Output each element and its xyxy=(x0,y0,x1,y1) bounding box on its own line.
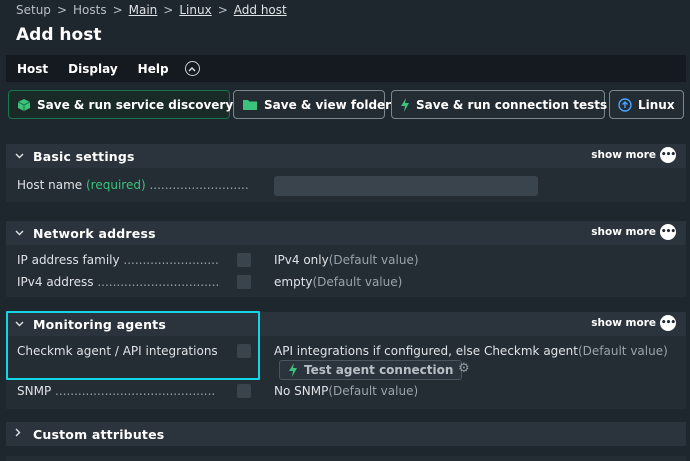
linux-folder-button[interactable]: Linux xyxy=(609,90,684,119)
ip-address-family-label-text: IP address family xyxy=(17,253,120,267)
breadcrumb-separator: > xyxy=(217,3,228,17)
section-title: Network address xyxy=(33,225,156,241)
label-leader-dots: ................................ xyxy=(97,275,220,289)
section-basic-settings: Basic settings show more ••• Host name (… xyxy=(6,144,686,202)
show-more-link[interactable]: show more xyxy=(591,226,656,238)
snmp-label-text: SNMP xyxy=(17,384,52,398)
menu-help[interactable]: Help xyxy=(138,62,169,76)
breadcrumb-hosts: Hosts xyxy=(73,3,107,17)
section-network-address: Network address show more ••• IP address… xyxy=(6,221,686,297)
required-indicator: (required) xyxy=(86,178,146,192)
chevron-down-icon xyxy=(15,151,24,162)
gear-icon[interactable]: ⚙ xyxy=(458,361,470,376)
snmp-checkbox[interactable] xyxy=(237,384,251,398)
section-custom-attributes-header[interactable]: Custom attributes xyxy=(6,422,686,446)
save-run-service-discovery-button[interactable]: Save & run service discovery xyxy=(8,90,234,119)
checkmk-agent-value: API integrations if configured, else Che… xyxy=(274,344,668,358)
menubar: Host Display Help xyxy=(6,55,686,82)
default-value-note: (Default value) xyxy=(312,275,403,289)
chevron-down-icon xyxy=(15,228,24,239)
label-leader-dots: .......................... xyxy=(149,178,249,192)
breadcrumb: Setup > Hosts > Main > Linux > Add host xyxy=(16,3,287,17)
lightning-icon xyxy=(400,97,410,112)
save-view-folder-label: Save & view folder xyxy=(264,97,392,112)
breadcrumb-separator: > xyxy=(112,3,123,17)
host-name-input[interactable] xyxy=(274,176,538,196)
save-view-folder-button[interactable]: Save & view folder xyxy=(233,90,391,119)
arrow-up-circle-icon xyxy=(618,97,632,112)
ipv4-address-value-text: empty xyxy=(274,275,313,289)
snmp-value: No SNMP(Default value) xyxy=(274,384,418,398)
section-network-address-header[interactable]: Network address show more ••• xyxy=(6,221,686,245)
checkmk-agent-value-text: API integrations if configured, else Che… xyxy=(274,344,578,358)
menu-host[interactable]: Host xyxy=(17,62,48,76)
section-custom-attributes: Custom attributes xyxy=(6,422,686,446)
test-agent-connection-button[interactable]: Test agent connection xyxy=(279,360,463,380)
section-next-collapsed xyxy=(6,456,686,461)
section-monitoring-agents-header[interactable]: Monitoring agents show more ••• xyxy=(6,312,686,336)
save-run-service-discovery-label: Save & run service discovery xyxy=(37,97,234,112)
ipv4-address-label-text: IPv4 address xyxy=(17,275,94,289)
chevron-up-circle-icon[interactable] xyxy=(184,61,200,76)
test-agent-connection-label: Test agent connection xyxy=(304,363,454,377)
save-run-connection-tests-button[interactable]: Save & run connection tests xyxy=(391,90,608,119)
action-toolbar: Save & run service discovery Save & view… xyxy=(6,87,686,121)
ipv4-address-label: IPv4 address ...........................… xyxy=(17,275,219,289)
host-name-label-text: Host name xyxy=(17,178,83,192)
show-more-link[interactable]: show more xyxy=(591,317,656,329)
cube-icon xyxy=(17,98,31,112)
linux-folder-label: Linux xyxy=(638,97,675,112)
page-title: Add host xyxy=(16,25,102,45)
ellipsis-icon[interactable]: ••• xyxy=(660,224,676,240)
ellipsis-icon[interactable]: ••• xyxy=(660,147,676,163)
checkmk-agent-label: Checkmk agent / API integrations xyxy=(17,344,218,358)
ipv4-address-value: empty(Default value) xyxy=(274,275,402,289)
checkmk-agent-checkbox[interactable] xyxy=(237,344,251,358)
snmp-label: SNMP ...................................… xyxy=(17,384,215,398)
section-title: Basic settings xyxy=(33,148,135,164)
snmp-value-text: No SNMP xyxy=(274,384,329,398)
label-leader-dots: ......................... xyxy=(123,253,219,267)
breadcrumb-separator: > xyxy=(56,3,67,17)
breadcrumb-main-link[interactable]: Main xyxy=(129,3,158,17)
default-value-note: (Default value) xyxy=(577,344,668,358)
menu-display[interactable]: Display xyxy=(68,62,117,76)
section-title: Monitoring agents xyxy=(33,316,166,332)
breadcrumb-add-host-link[interactable]: Add host xyxy=(234,3,287,17)
chevron-down-icon xyxy=(15,319,24,330)
ellipsis-icon[interactable]: ••• xyxy=(660,315,676,331)
lightning-icon xyxy=(288,363,298,377)
label-leader-dots: ........................................… xyxy=(55,384,216,398)
section-basic-settings-header[interactable]: Basic settings show more ••• xyxy=(6,144,686,168)
ip-address-family-value: IPv4 only(Default value) xyxy=(274,253,419,267)
section-title: Custom attributes xyxy=(33,426,165,442)
ip-address-family-label: IP address family ......................… xyxy=(17,253,219,267)
save-run-connection-tests-label: Save & run connection tests xyxy=(416,97,608,112)
show-more-link[interactable]: show more xyxy=(591,149,656,161)
ip-address-family-value-text: IPv4 only xyxy=(274,253,329,267)
breadcrumb-separator: > xyxy=(163,3,174,17)
host-name-label: Host name (required) ...................… xyxy=(17,178,249,192)
default-value-note: (Default value) xyxy=(328,384,419,398)
chevron-right-icon xyxy=(15,428,23,440)
breadcrumb-linux-link[interactable]: Linux xyxy=(179,3,211,17)
folder-icon xyxy=(242,98,258,111)
ip-address-family-checkbox[interactable] xyxy=(237,253,251,267)
default-value-note: (Default value) xyxy=(328,253,419,267)
breadcrumb-setup: Setup xyxy=(16,3,51,17)
ipv4-address-checkbox[interactable] xyxy=(237,275,251,289)
